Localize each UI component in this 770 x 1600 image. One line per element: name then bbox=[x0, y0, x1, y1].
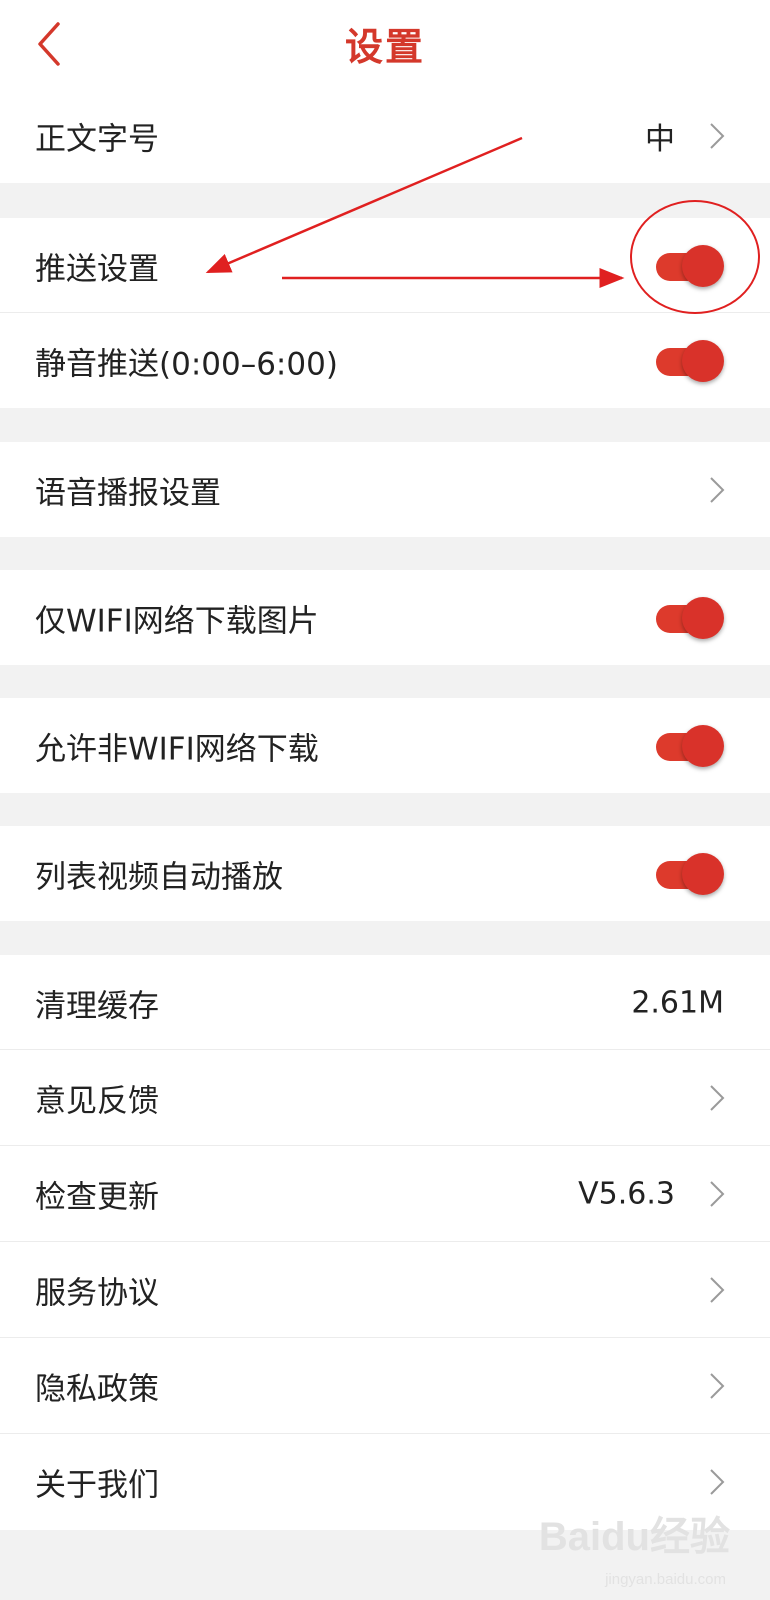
wifi-only-images-label: 仅WIFI网络下载图片 bbox=[35, 603, 319, 639]
row-silent-push: 静音推送(0:00–6:00) bbox=[0, 313, 770, 408]
feedback-label: 意见反馈 bbox=[35, 1083, 159, 1120]
allow-non-wifi-toggle[interactable] bbox=[654, 724, 724, 768]
row-check-update[interactable]: 检查更新 V5.6.3 bbox=[0, 1146, 770, 1242]
row-service-agreement[interactable]: 服务协议 bbox=[0, 1242, 770, 1338]
row-wifi-only-images: 仅WIFI网络下载图片 bbox=[0, 570, 770, 665]
watermark-logo: Baidu经验 bbox=[538, 1515, 730, 1559]
version-value: V5.6.3 bbox=[578, 1176, 675, 1212]
row-allow-non-wifi: 允许非WIFI网络下载 bbox=[0, 698, 770, 793]
cache-size-value: 2.61M bbox=[631, 985, 724, 1020]
chevron-right-icon bbox=[710, 1085, 725, 1111]
row-clear-cache[interactable]: 清理缓存 2.61M bbox=[0, 955, 770, 1050]
chevron-right-icon bbox=[710, 476, 725, 503]
page-title: 设置 bbox=[344, 25, 425, 69]
autoplay-video-label: 列表视频自动播放 bbox=[35, 859, 283, 895]
clear-cache-label: 清理缓存 bbox=[35, 988, 159, 1024]
about-us-label: 关于我们 bbox=[35, 1467, 159, 1504]
push-settings-toggle[interactable] bbox=[654, 244, 724, 288]
row-privacy-policy[interactable]: 隐私政策 bbox=[0, 1338, 770, 1434]
watermark-url: jingyan.baidu.com bbox=[605, 1571, 726, 1588]
chevron-right-icon bbox=[710, 1373, 725, 1399]
font-size-value: 中 bbox=[645, 121, 675, 157]
row-autoplay-video: 列表视频自动播放 bbox=[0, 826, 770, 921]
chevron-right-icon bbox=[710, 1469, 725, 1495]
chevron-right-icon bbox=[710, 122, 725, 149]
chevron-right-icon bbox=[710, 1181, 725, 1207]
check-update-label: 检查更新 bbox=[35, 1179, 159, 1216]
allow-non-wifi-label: 允许非WIFI网络下载 bbox=[35, 731, 319, 767]
row-feedback[interactable]: 意见反馈 bbox=[0, 1050, 770, 1146]
silent-push-label: 静音推送(0:00–6:00) bbox=[35, 346, 338, 382]
silent-push-toggle[interactable] bbox=[654, 339, 724, 383]
autoplay-video-toggle[interactable] bbox=[654, 852, 724, 896]
privacy-policy-label: 隐私政策 bbox=[35, 1371, 159, 1408]
row-font-size[interactable]: 正文字号 中 bbox=[0, 88, 770, 183]
push-settings-label: 推送设置 bbox=[35, 251, 159, 287]
font-size-label: 正文字号 bbox=[35, 121, 159, 157]
voice-broadcast-label: 语音播报设置 bbox=[35, 475, 221, 511]
row-voice-broadcast[interactable]: 语音播报设置 bbox=[0, 442, 770, 537]
header-bar: 设置 bbox=[0, 0, 770, 88]
wifi-only-images-toggle[interactable] bbox=[654, 596, 724, 640]
chevron-right-icon bbox=[710, 1277, 725, 1303]
service-agreement-label: 服务协议 bbox=[35, 1275, 159, 1312]
row-push-settings: 推送设置 bbox=[0, 218, 770, 313]
